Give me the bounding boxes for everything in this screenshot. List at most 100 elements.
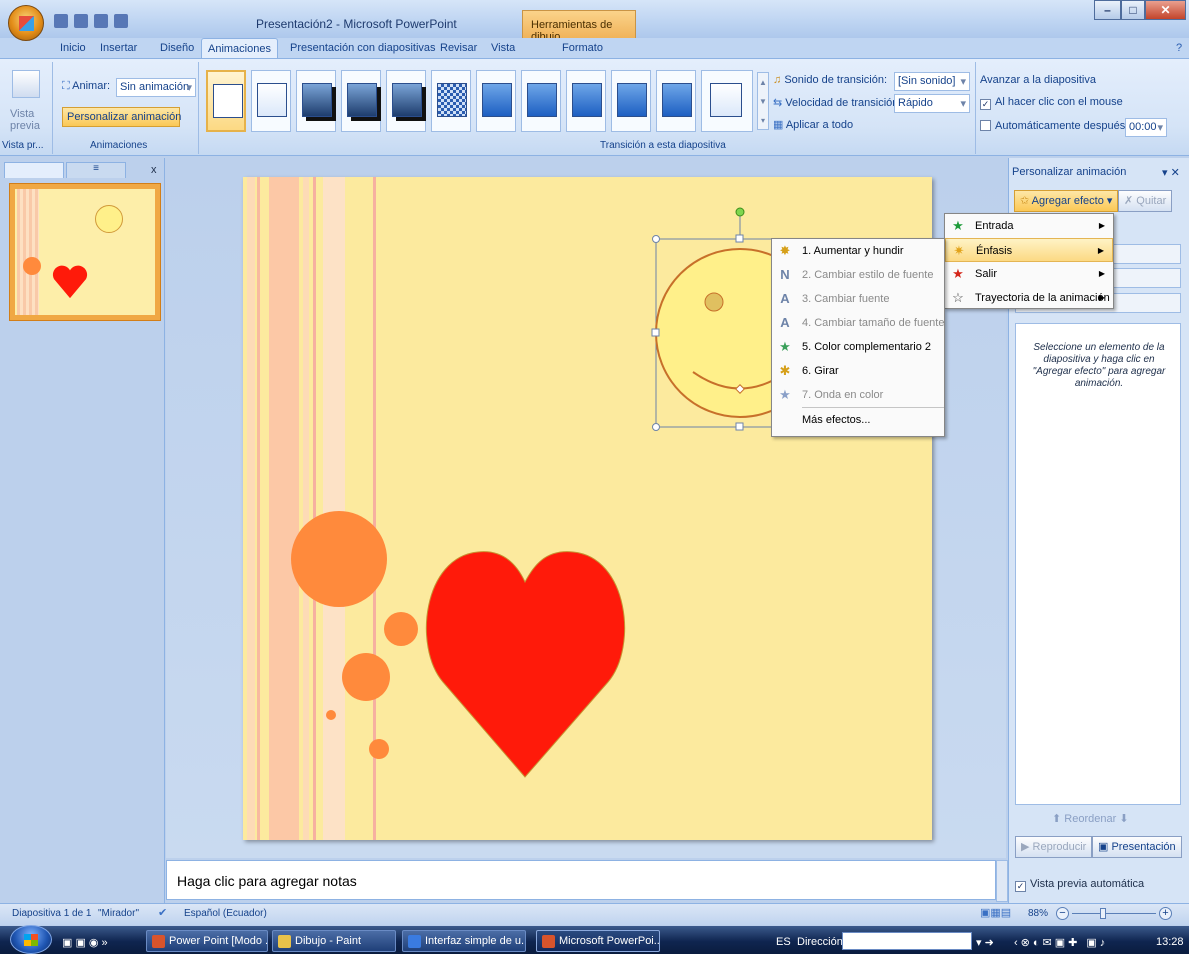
auto-after-checkbox[interactable]: Automáticamente después de:	[980, 120, 1144, 132]
menu-item-entrada[interactable]: ★ Entrada ▶	[945, 214, 1113, 238]
tab-diseno[interactable]: Diseño	[160, 42, 194, 54]
remove-button[interactable]: ✗ Quitar	[1118, 190, 1173, 212]
thumb-smiley	[95, 205, 123, 233]
emphasis-item-3[interactable]: A 3. Cambiar fuente	[772, 287, 944, 311]
tab-animaciones[interactable]: Animaciones	[201, 38, 278, 60]
apply-all-text: Aplicar a todo	[785, 119, 854, 131]
on-click-checkbox[interactable]: ✓ Al hacer clic con el mouse	[980, 96, 1123, 110]
emphasis-item-2[interactable]: N 2. Cambiar estilo de fuente	[772, 263, 944, 287]
transition-cut[interactable]	[341, 70, 381, 132]
menu-item-salir[interactable]: ★ Salir ▶	[945, 262, 1113, 286]
slides-tab[interactable]	[4, 162, 64, 178]
transition-split[interactable]	[656, 70, 696, 132]
custom-animation-button[interactable]: Personalizar animación	[62, 107, 181, 127]
transition-more[interactable]	[701, 70, 753, 132]
menu-item-enfasis[interactable]: ✷ Énfasis ▶	[945, 238, 1113, 262]
clock[interactable]: 13:28	[1156, 936, 1184, 948]
zoom-out-icon[interactable]: −	[1056, 907, 1069, 920]
transition-wipe-down[interactable]	[476, 70, 516, 132]
transition-fade-smooth[interactable]	[251, 70, 291, 132]
animation-list[interactable]: Seleccione un elemento de la diapositiva…	[1015, 323, 1181, 805]
language-indicator[interactable]: ES	[776, 936, 791, 948]
close-button[interactable]: ✕	[1145, 0, 1186, 20]
tab-inicio[interactable]: Inicio	[60, 42, 86, 54]
task-pane-close-icon[interactable]: ▾ ✕	[1162, 166, 1180, 179]
red-heart[interactable]	[425, 551, 626, 778]
tray-icons[interactable]: ‹⊗◐✉▣✚ ▣♪	[1014, 936, 1108, 949]
tab-vista[interactable]: Vista	[491, 42, 515, 54]
address-input[interactable]	[842, 932, 972, 950]
gallery-scroll[interactable]: ▲ ▼ ▾	[757, 72, 769, 130]
zoom-thumb[interactable]	[1100, 908, 1106, 919]
spellcheck-icon[interactable]: ✔	[158, 906, 167, 919]
resize-handle[interactable]	[651, 328, 660, 337]
new-icon[interactable]	[114, 14, 128, 28]
transition-cut-black[interactable]	[386, 70, 426, 132]
zoom-slider[interactable]: − +	[1056, 907, 1176, 921]
outline-tab[interactable]: ≡	[66, 162, 126, 178]
orange-circle[interactable]	[369, 739, 389, 759]
orange-circle[interactable]	[342, 653, 390, 701]
reorder-control[interactable]: ⬆ Reordenar ⬇	[1052, 812, 1129, 825]
transition-wipe-left[interactable]	[521, 70, 561, 132]
tab-insertar[interactable]: Insertar	[100, 42, 137, 54]
orange-circle-large[interactable]	[291, 511, 387, 607]
emphasis-item-7[interactable]: ★ 7. Onda en color	[772, 383, 944, 407]
address-go-icon[interactable]: ▾ ➜	[976, 936, 994, 949]
slides-pane-close[interactable]: x	[151, 164, 157, 176]
add-effect-button[interactable]: ✩ Agregar efecto ▾	[1014, 190, 1119, 212]
emphasis-item-1[interactable]: ✸ 1. Aumentar y hundir	[772, 239, 944, 263]
quick-launch-icons[interactable]: ▣ ▣ ◉ »	[62, 936, 108, 949]
emphasis-item-6[interactable]: ✱ 6. Girar	[772, 359, 944, 383]
font-size-icon: A	[780, 315, 790, 330]
notes-scrollbar[interactable]	[996, 860, 1008, 902]
tab-revisar[interactable]: Revisar	[440, 42, 477, 54]
redo-icon[interactable]	[94, 14, 108, 28]
save-icon[interactable]	[54, 14, 68, 28]
undo-icon[interactable]	[74, 14, 88, 28]
slide-thumbnail[interactable]	[9, 183, 161, 321]
transition-dissolve[interactable]	[431, 70, 471, 132]
taskbar-item-powerpoint[interactable]: Microsoft PowerPoi...	[536, 930, 660, 952]
transition-fade-black[interactable]	[296, 70, 336, 132]
tab-formato[interactable]: Formato	[562, 42, 603, 54]
autopreview-checkbox[interactable]: ✓ Vista previa automática	[1015, 878, 1144, 892]
more-effects-item[interactable]: Más efectos...	[772, 408, 944, 432]
status-language[interactable]: Español (Ecuador)	[184, 908, 267, 919]
emphasis-item-4[interactable]: A 4. Cambiar tamaño de fuente	[772, 311, 944, 335]
office-button[interactable]	[8, 5, 44, 41]
view-buttons-icon[interactable]: ▣▦▤	[980, 906, 1011, 919]
transition-none[interactable]	[206, 70, 246, 132]
tab-presentacion[interactable]: Presentación con diapositivas	[290, 42, 436, 54]
resize-handle[interactable]	[735, 422, 744, 431]
transition-sound-combo[interactable]: [Sin sonido]	[894, 72, 970, 91]
transition-wipe-right[interactable]	[566, 70, 606, 132]
resize-handle[interactable]	[652, 423, 660, 431]
help-icon[interactable]: ?	[1176, 42, 1182, 54]
orange-circle[interactable]	[384, 612, 418, 646]
slideshow-button[interactable]: ▣ Presentación	[1092, 836, 1182, 858]
apply-all-button[interactable]: ▦ Aplicar a todo	[773, 118, 853, 131]
play-button[interactable]: ▶ Reproducir	[1015, 836, 1093, 858]
resize-handle[interactable]	[652, 235, 660, 243]
resize-handle[interactable]	[735, 234, 744, 243]
auto-after-input[interactable]: 00:00	[1125, 118, 1167, 137]
menu-item-trayectoria[interactable]: ☆ Trayectoria de la animación ▶	[945, 286, 1113, 310]
transition-speed-combo[interactable]: Rápido	[894, 94, 970, 113]
zoom-level[interactable]: 88%	[1028, 908, 1048, 919]
orange-circle-small[interactable]	[326, 710, 336, 720]
taskbar-item-ppt-mode[interactable]: Power Point [Modo ...	[146, 930, 268, 952]
notes-pane[interactable]: Haga clic para agregar notas	[166, 860, 996, 900]
minimize-button[interactable]: –	[1094, 0, 1121, 20]
taskbar-item-browser[interactable]: Interfaz simple de u...	[402, 930, 526, 952]
maximize-button[interactable]: □	[1121, 0, 1145, 20]
status-theme[interactable]: "Mirador"	[98, 908, 139, 919]
emphasis-item-5[interactable]: ★ 5. Color complementario 2	[772, 335, 944, 359]
start-button[interactable]	[10, 925, 52, 954]
taskbar-item-paint[interactable]: Dibujo - Paint	[272, 930, 396, 952]
transition-wipe-up[interactable]	[611, 70, 651, 132]
preview-icon[interactable]	[12, 70, 40, 98]
zoom-in-icon[interactable]: +	[1159, 907, 1172, 920]
animate-combo[interactable]: Sin animación	[116, 78, 196, 97]
rotate-handle[interactable]	[735, 207, 745, 217]
